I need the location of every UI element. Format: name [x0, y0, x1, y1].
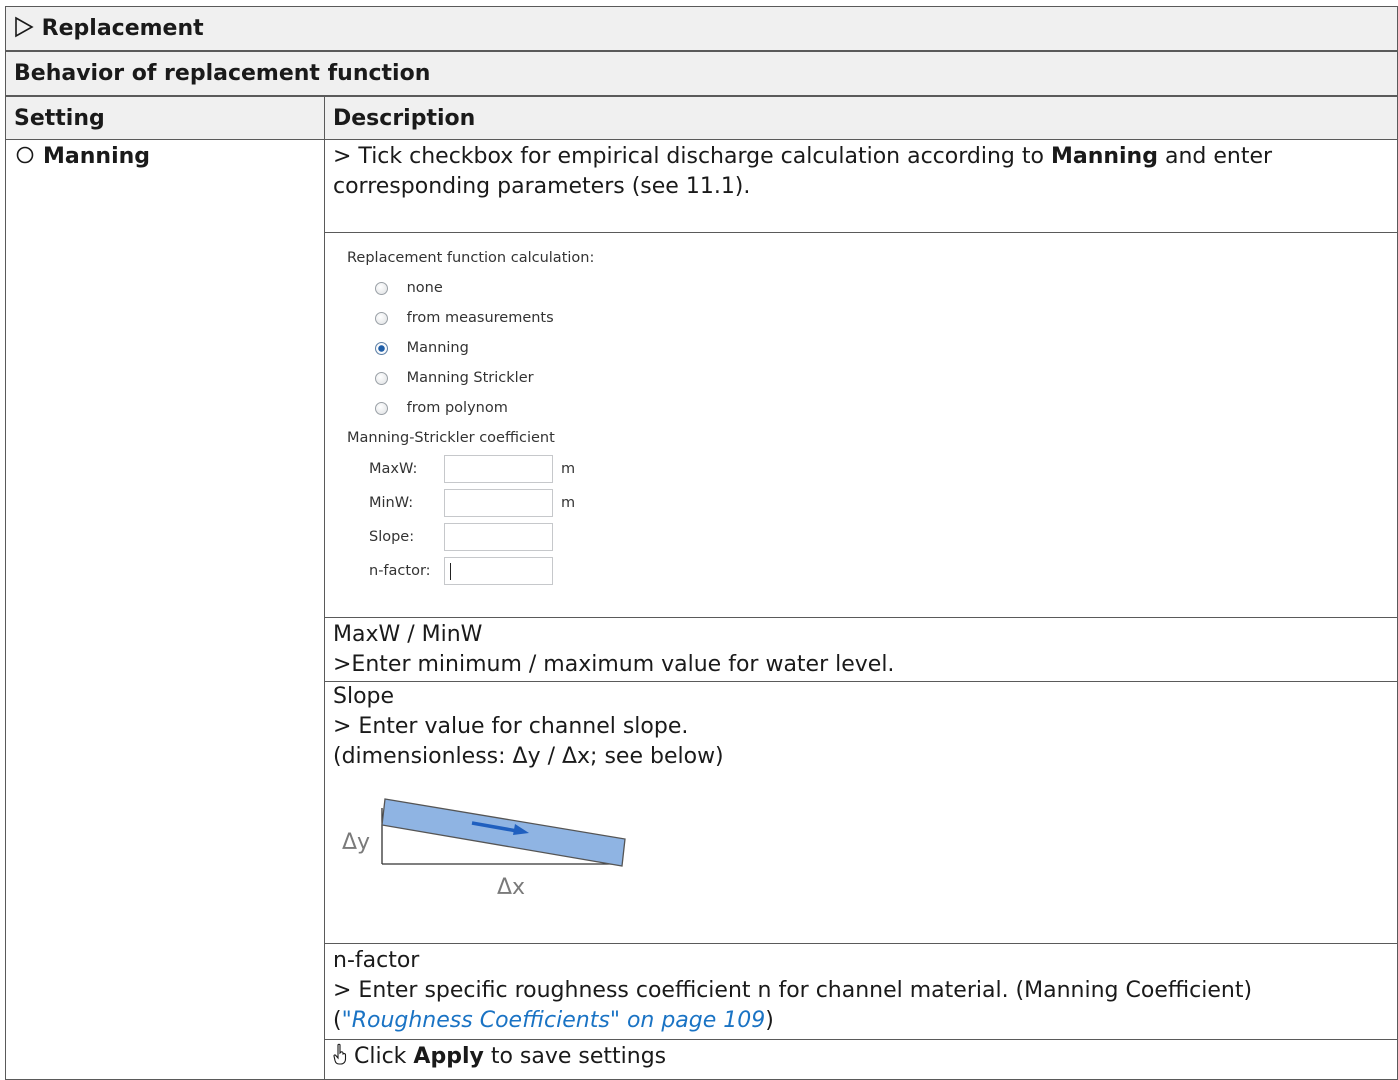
triangle-right-outline-icon — [14, 16, 34, 47]
description-intro-cell: > Tick checkbox for empirical discharge … — [324, 139, 1398, 233]
section-title-row: Behavior of replacement function — [5, 51, 1398, 96]
n-factor-cell: n-factor > Enter specific roughness coef… — [324, 943, 1398, 1040]
intro-bold: Manning — [1050, 144, 1158, 169]
maxw-input[interactable] — [444, 455, 553, 483]
radio-from-polynom[interactable] — [375, 401, 388, 415]
intro-line-2: corresponding parameters (see 11.1). — [333, 174, 751, 199]
radio-empty-icon — [14, 144, 36, 175]
n-factor-label: n-factor: — [369, 563, 431, 579]
hand-pointer-icon — [333, 1043, 347, 1074]
intro-prefix: > Tick checkbox for empirical discharge … — [333, 144, 1051, 169]
minw-unit: m — [561, 495, 576, 511]
slope-diagram-svg: Δy Δx — [342, 798, 626, 900]
form-screenshot-cell: Replacement function calculation: none f… — [324, 232, 1398, 618]
maxmin-text: >Enter minimum / maximum value for water… — [333, 652, 895, 677]
channel-shape — [381, 798, 626, 867]
coeff-label: Manning-Strickler coefficient — [347, 430, 555, 446]
intro-suffix: and enter — [1157, 144, 1273, 169]
n-factor-text: > Enter specific roughness coefficient n… — [333, 978, 1253, 1003]
setting-label: Manning — [43, 144, 151, 169]
ref-close: ) — [765, 1008, 774, 1033]
maxmin-cell: MaxW / MinW >Enter minimum / maximum val… — [324, 617, 1398, 682]
radio-none[interactable] — [375, 281, 388, 295]
radio-option-manning-strickler[interactable]: Manning Strickler — [375, 370, 534, 386]
n-factor-reference: ("Roughness Coefficients" on page 109) — [333, 1006, 1389, 1036]
slope-text-1: > Enter value for channel slope. — [333, 714, 689, 739]
slope-cell: Slope > Enter value for channel slope. (… — [324, 681, 1398, 944]
column-header-description-label: Description — [333, 106, 476, 131]
column-header-setting-label: Setting — [14, 106, 105, 131]
n-factor-input[interactable] — [444, 557, 553, 585]
maxw-label: MaxW: — [369, 461, 418, 477]
minw-label: MinW: — [369, 495, 414, 511]
radio-none-label: none — [406, 280, 443, 296]
apply-hint-cell: Click Apply to save settings — [324, 1039, 1398, 1080]
radio-option-from-polynom[interactable]: from polynom — [375, 400, 508, 416]
radio-option-manning[interactable]: Manning — [375, 340, 469, 356]
section-title: Behavior of replacement function — [14, 61, 431, 86]
slope-text-2: (dimensionless: Δy / Δx; see below) — [333, 744, 724, 769]
radio-manning-strickler[interactable] — [375, 371, 388, 385]
minw-input[interactable] — [444, 489, 553, 517]
column-header-setting: Setting — [5, 96, 325, 140]
roughness-coefficients-link[interactable]: "Roughness Coefficients" on page 109 — [342, 1008, 766, 1033]
dx-label: Δx — [497, 875, 525, 900]
ref-open: ( — [333, 1008, 342, 1033]
radio-manning-strickler-label: Manning Strickler — [406, 370, 534, 386]
replacement-header: Replacement — [5, 6, 1398, 51]
slope-title: Slope — [333, 684, 395, 709]
radio-manning-label: Manning — [406, 340, 469, 356]
calc-label: Replacement function calculation: — [347, 250, 595, 266]
radio-from-polynom-label: from polynom — [406, 400, 508, 416]
footer-suffix: to save settings — [483, 1044, 667, 1069]
text-caret — [450, 563, 451, 580]
intro-line-1: > Tick checkbox for empirical discharge … — [333, 142, 1389, 172]
header-title: Replacement — [41, 16, 204, 41]
radio-manning[interactable] — [375, 341, 388, 355]
dy-label: Δy — [342, 830, 370, 855]
n-factor-title: n-factor — [333, 948, 420, 973]
column-header-description: Description — [324, 96, 1398, 140]
slope-diagram: Δy Δx — [325, 792, 645, 902]
maxmin-title: MaxW / MinW — [333, 622, 483, 647]
maxw-unit: m — [561, 461, 576, 477]
slope-label: Slope: — [369, 529, 415, 545]
setting-cell: Manning — [5, 139, 325, 1080]
slope-input[interactable] — [444, 523, 553, 551]
radio-option-none[interactable]: none — [375, 280, 443, 296]
radio-option-from-measurements[interactable]: from measurements — [375, 310, 554, 326]
footer-prefix: Click — [354, 1044, 414, 1069]
radio-from-measurements[interactable] — [375, 311, 388, 325]
apply-button-label: Apply — [413, 1044, 484, 1069]
radio-from-measurements-label: from measurements — [406, 310, 554, 326]
